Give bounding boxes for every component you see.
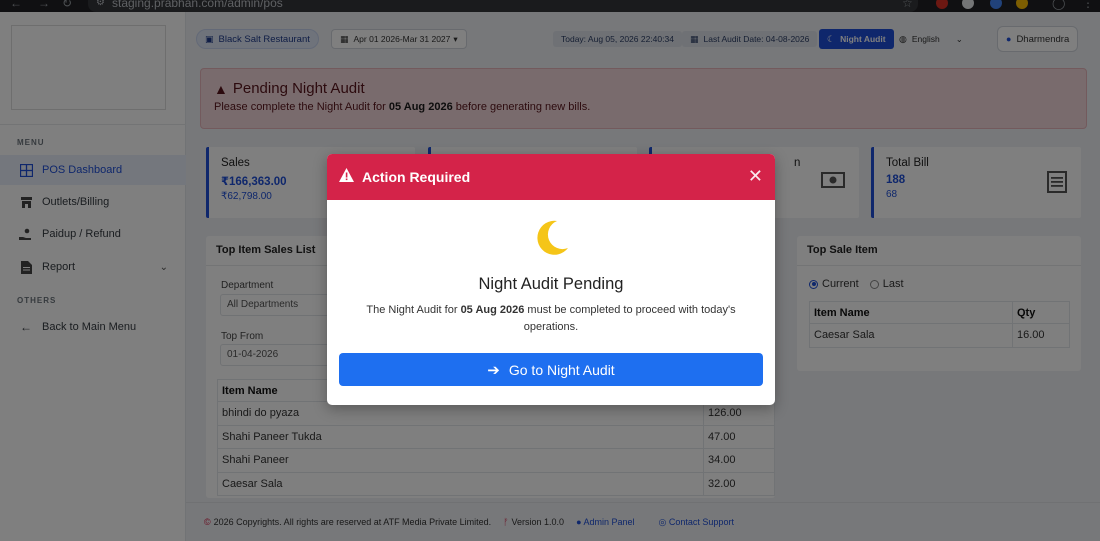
action-required-modal: Action Required ✕ Night Audit Pending Th… xyxy=(327,154,775,405)
modal-description: The Night Audit for 05 Aug 2026 must be … xyxy=(345,302,757,336)
desc-date: 05 Aug 2026 xyxy=(460,304,525,316)
go-to-night-audit-button[interactable]: ➔ Go to Night Audit xyxy=(339,353,763,386)
modal-header: Action Required ✕ xyxy=(327,154,775,200)
warning-icon xyxy=(339,168,354,186)
close-icon[interactable]: ✕ xyxy=(748,166,763,187)
modal-title: Night Audit Pending xyxy=(478,275,624,293)
desc-post: must be completed to proceed with today'… xyxy=(523,304,736,333)
button-label: Go to Night Audit xyxy=(508,361,615,378)
desc-pre: The Night Audit for xyxy=(366,304,458,316)
moon-icon xyxy=(531,218,571,258)
modal-header-title: Action Required xyxy=(362,169,471,185)
arrow-right-icon: ➔ xyxy=(487,361,500,379)
